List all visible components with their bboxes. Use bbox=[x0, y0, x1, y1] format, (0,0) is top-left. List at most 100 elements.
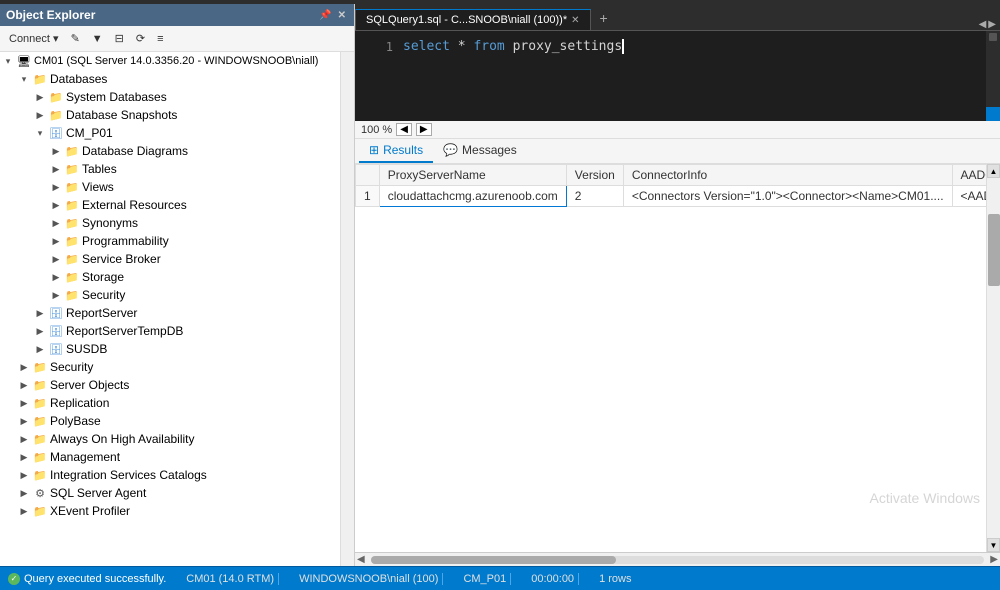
tree-item-security[interactable]: ▶ 📁 Security bbox=[0, 358, 340, 376]
expand-management-icon[interactable]: ▶ bbox=[16, 449, 32, 465]
expand-susdb-icon[interactable]: ▶ bbox=[32, 341, 48, 357]
expand-prog-icon[interactable]: ▶ bbox=[48, 233, 64, 249]
tree-item-programmability[interactable]: ▶ 📁 Programmability bbox=[0, 232, 340, 250]
expand-polybase-icon[interactable]: ▶ bbox=[16, 413, 32, 429]
tab-scroll-left[interactable]: ◀ bbox=[979, 19, 987, 30]
oe-title: Object Explorer bbox=[6, 8, 95, 22]
query-tab-active[interactable]: SQLQuery1.sql - C...SNOOB\niall (100))* … bbox=[355, 9, 591, 30]
tree-item-server[interactable]: ▾ 🖥 CM01 (SQL Server 14.0.3356.20 - WIND… bbox=[0, 52, 340, 70]
expand-synonyms-icon[interactable]: ▶ bbox=[48, 215, 64, 231]
refresh-button[interactable]: ⟳ bbox=[131, 29, 150, 48]
expand-snapshots-icon[interactable]: ▶ bbox=[32, 107, 48, 123]
always-on-folder-icon: 📁 bbox=[32, 431, 48, 447]
new-tab-button[interactable]: + bbox=[596, 6, 612, 30]
hscroll-thumb bbox=[371, 556, 616, 564]
new-query-button[interactable]: ✎ bbox=[66, 29, 85, 48]
expand-ext-res-icon[interactable]: ▶ bbox=[48, 197, 64, 213]
oe-toolbar: Connect ▾ ✎ ▼ ⊟ ⟳ ≡ bbox=[0, 26, 354, 52]
tree-item-replication[interactable]: ▶ 📁 Replication bbox=[0, 394, 340, 412]
tree-item-sql-agent[interactable]: ▶ ⚙ SQL Server Agent bbox=[0, 484, 340, 502]
tree-item-storage[interactable]: ▶ 📁 Storage bbox=[0, 268, 340, 286]
hscroll-track bbox=[371, 556, 985, 564]
filter-button[interactable]: ▼ bbox=[87, 30, 108, 48]
tree-item-management[interactable]: ▶ 📁 Management bbox=[0, 448, 340, 466]
zoom-increase-button[interactable]: ▶ bbox=[416, 123, 432, 136]
oe-header-icons: 📌 ✕ bbox=[317, 9, 348, 22]
expand-server-icon[interactable]: ▾ bbox=[0, 53, 16, 69]
expand-rs-tempdb-icon[interactable]: ▶ bbox=[32, 323, 48, 339]
synonyms-label: Synonyms bbox=[82, 216, 340, 230]
expand-cmp01-icon[interactable]: ▾ bbox=[32, 125, 48, 141]
tree-item-system-databases[interactable]: ▶ 📁 System Databases bbox=[0, 88, 340, 106]
editor-content: select * from proxy_settings bbox=[403, 39, 624, 54]
expand-sql-agent-icon[interactable]: ▶ bbox=[16, 485, 32, 501]
tree-item-synonyms[interactable]: ▶ 📁 Synonyms bbox=[0, 214, 340, 232]
expand-databases-icon[interactable]: ▾ bbox=[16, 71, 32, 87]
collapse-button[interactable]: ≡ bbox=[152, 30, 168, 48]
server-icon: 🖥 bbox=[16, 53, 32, 69]
expand-integration-icon[interactable]: ▶ bbox=[16, 467, 32, 483]
expand-replication-icon[interactable]: ▶ bbox=[16, 395, 32, 411]
tree-item-report-server[interactable]: ▶ 🗄 ReportServer bbox=[0, 304, 340, 322]
storage-label: Storage bbox=[82, 270, 340, 284]
results-vscroll[interactable]: ▲ ▼ bbox=[986, 164, 1000, 552]
expand-broker-icon[interactable]: ▶ bbox=[48, 251, 64, 267]
messages-tab-label: Messages bbox=[462, 143, 517, 157]
status-user: WINDOWSNOOB\niall (100) bbox=[295, 573, 443, 585]
zoom-decrease-button[interactable]: ◀ bbox=[396, 123, 412, 136]
results-tab-messages[interactable]: 💬 Messages bbox=[433, 139, 527, 163]
expand-diagrams-icon[interactable]: ▶ bbox=[48, 143, 64, 159]
hscroll-left-button[interactable]: ◀ bbox=[355, 554, 367, 565]
expand-security-icon[interactable]: ▶ bbox=[16, 359, 32, 375]
expand-system-db-icon[interactable]: ▶ bbox=[32, 89, 48, 105]
tree-item-server-objects[interactable]: ▶ 📁 Server Objects bbox=[0, 376, 340, 394]
tree-item-susdb[interactable]: ▶ 🗄 SUSDB bbox=[0, 340, 340, 358]
results-scroll-up-button[interactable]: ▲ bbox=[987, 164, 1000, 178]
tree-item-polybase[interactable]: ▶ 📁 PolyBase bbox=[0, 412, 340, 430]
tree-item-xevent-profiler[interactable]: ▶ 📁 XEvent Profiler bbox=[0, 502, 340, 520]
hscroll-right-button[interactable]: ▶ bbox=[988, 554, 1000, 565]
oe-scroll-track[interactable] bbox=[340, 52, 354, 566]
expand-always-on-icon[interactable]: ▶ bbox=[16, 431, 32, 447]
tree-item-db-snapshots[interactable]: ▶ 📁 Database Snapshots bbox=[0, 106, 340, 124]
editor-area[interactable]: 1 select * from proxy_settings bbox=[355, 31, 1000, 121]
expand-report-server-icon[interactable]: ▶ bbox=[32, 305, 48, 321]
storage-folder-icon: 📁 bbox=[64, 269, 80, 285]
expand-views-icon[interactable]: ▶ bbox=[48, 179, 64, 195]
oe-close-icon[interactable]: ✕ bbox=[336, 9, 348, 22]
results-hscroll[interactable]: ◀ ▶ bbox=[355, 552, 1000, 566]
tree-item-db-security[interactable]: ▶ 📁 Security bbox=[0, 286, 340, 304]
connect-button[interactable]: Connect ▾ bbox=[4, 29, 64, 48]
results-scroll-down-button[interactable]: ▼ bbox=[987, 538, 1000, 552]
proxy-server-name-cell[interactable]: cloudattachcmg.azurenoob.com bbox=[379, 186, 566, 207]
security-folder-icon: 📁 bbox=[32, 359, 48, 375]
oe-pin-icon[interactable]: 📌 bbox=[317, 9, 333, 22]
tree-item-always-on[interactable]: ▶ 📁 Always On High Availability bbox=[0, 430, 340, 448]
polybase-folder-icon: 📁 bbox=[32, 413, 48, 429]
tree-item-external-resources[interactable]: ▶ 📁 External Resources bbox=[0, 196, 340, 214]
expand-storage-icon[interactable]: ▶ bbox=[48, 269, 64, 285]
tab-close-icon[interactable]: ✕ bbox=[571, 15, 579, 26]
row-number-cell: 1 bbox=[356, 186, 380, 207]
tree-item-db-diagrams[interactable]: ▶ 📁 Database Diagrams bbox=[0, 142, 340, 160]
server-label: CM01 (SQL Server 14.0.3356.20 - WINDOWSN… bbox=[34, 55, 340, 67]
tree-item-cm-p01[interactable]: ▾ 🗄 CM_P01 bbox=[0, 124, 340, 142]
table-row[interactable]: 1 cloudattachcmg.azurenoob.com 2 <Connec… bbox=[356, 186, 987, 207]
tree-item-tables[interactable]: ▶ 📁 Tables bbox=[0, 160, 340, 178]
tree-item-integration-services[interactable]: ▶ 📁 Integration Services Catalogs bbox=[0, 466, 340, 484]
results-table: ProxyServerName Version ConnectorInfo AA… bbox=[355, 164, 986, 207]
cmp01-db-icon: 🗄 bbox=[48, 125, 64, 141]
tree-item-service-broker[interactable]: ▶ 📁 Service Broker bbox=[0, 250, 340, 268]
expand-tables-icon[interactable]: ▶ bbox=[48, 161, 64, 177]
expand-server-objects-icon[interactable]: ▶ bbox=[16, 377, 32, 393]
tree-item-report-server-tempdb[interactable]: ▶ 🗄 ReportServerTempDB bbox=[0, 322, 340, 340]
tree-item-views[interactable]: ▶ 📁 Views bbox=[0, 178, 340, 196]
expand-db-security-icon[interactable]: ▶ bbox=[48, 287, 64, 303]
results-tab-results[interactable]: ⊞ Results bbox=[359, 139, 433, 163]
filter-settings-button[interactable]: ⊟ bbox=[110, 29, 129, 48]
tab-scroll-right[interactable]: ▶ bbox=[988, 19, 996, 30]
sql-agent-label: SQL Server Agent bbox=[50, 486, 340, 500]
expand-xevent-icon[interactable]: ▶ bbox=[16, 503, 32, 519]
tree-item-databases[interactable]: ▾ 📁 Databases bbox=[0, 70, 340, 88]
editor-scroll-up[interactable] bbox=[989, 33, 997, 41]
